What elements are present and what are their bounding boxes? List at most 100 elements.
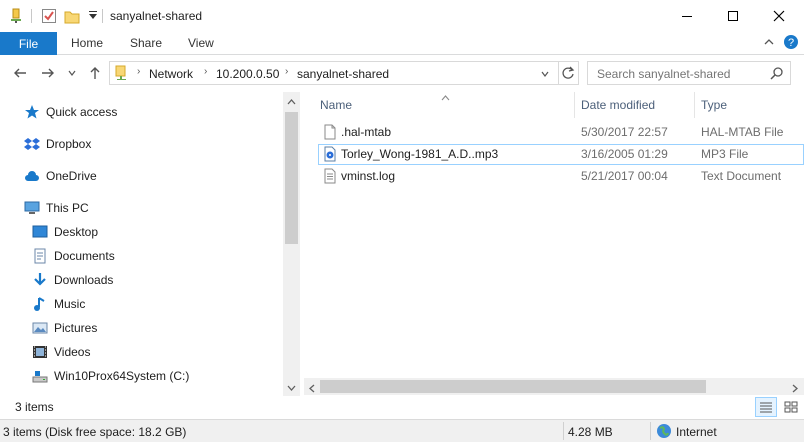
breadcrumb-network[interactable]: Network — [149, 67, 193, 81]
cloud-icon — [24, 168, 40, 184]
minimize-button[interactable] — [664, 0, 710, 32]
file-row-selected[interactable]: Torley_Wong-1981_A.D..mp3 3/16/2005 01:2… — [318, 144, 804, 165]
star-icon — [24, 104, 40, 120]
svg-text:?: ? — [788, 37, 794, 49]
nav-item-pictures[interactable]: Pictures — [32, 318, 97, 338]
new-folder-icon[interactable] — [64, 8, 80, 24]
breadcrumb-separator[interactable]: › — [285, 66, 288, 77]
breadcrumb-separator[interactable]: › — [204, 66, 207, 77]
column-header-date[interactable]: Date modified — [581, 98, 655, 112]
column-divider[interactable] — [574, 92, 575, 118]
ribbon: File Home Share View ? — [0, 32, 804, 55]
breadcrumb-host[interactable]: 10.200.0.50 — [216, 67, 279, 81]
pictures-icon — [32, 320, 48, 336]
file-name: vminst.log — [341, 169, 396, 183]
status-bar: 3 items — [0, 397, 804, 418]
back-button[interactable] — [12, 65, 28, 81]
refresh-icon[interactable] — [561, 66, 575, 83]
nav-item-videos[interactable]: Videos — [32, 342, 90, 362]
tab-view[interactable]: View — [188, 36, 214, 50]
large-icons-view-icon — [784, 401, 798, 413]
file-type: HAL-MTAB File — [701, 125, 784, 139]
customize-qa-chevron-icon[interactable] — [85, 8, 101, 24]
nav-item-dropbox[interactable]: Dropbox — [24, 134, 91, 154]
scroll-down-icon[interactable] — [287, 381, 296, 395]
maximize-icon — [728, 11, 738, 21]
nav-item-quick-access[interactable]: Quick access — [24, 102, 117, 122]
status-divider — [650, 422, 651, 440]
breadcrumb-separator[interactable]: › — [137, 66, 140, 77]
file-list: Name Date modified Type .hal-mtab 5/30/2… — [304, 92, 804, 396]
file-date: 5/21/2017 00:04 — [581, 169, 668, 183]
network-folder-icon — [114, 65, 130, 84]
status-divider — [563, 422, 564, 440]
large-icons-view-button[interactable] — [780, 397, 802, 417]
audio-file-icon — [322, 146, 338, 165]
file-name: Torley_Wong-1981_A.D..mp3 — [341, 147, 499, 161]
disk-free-space: 3 items (Disk free space: 18.2 GB) — [3, 425, 187, 439]
column-header-name[interactable]: Name — [320, 98, 352, 112]
file-row[interactable]: vminst.log 5/21/2017 00:04 Text Document — [318, 166, 804, 187]
close-icon — [773, 10, 785, 22]
selection-size: 4.28 MB — [568, 425, 613, 439]
sort-ascending-icon — [441, 90, 450, 104]
checklist-icon[interactable] — [41, 8, 57, 24]
desktop-icon — [32, 224, 48, 240]
details-view-button[interactable] — [755, 397, 777, 417]
drive-icon — [32, 368, 48, 384]
navigation-pane-scrollbar[interactable] — [283, 92, 300, 396]
tab-file[interactable]: File — [0, 32, 57, 55]
details-view-icon — [760, 402, 772, 413]
help-icon[interactable]: ? — [783, 34, 799, 53]
nav-item-documents[interactable]: Documents — [32, 246, 115, 266]
qa-separator — [102, 9, 103, 23]
maximize-button[interactable] — [710, 0, 756, 32]
column-header-type[interactable]: Type — [701, 98, 727, 112]
navigation-pane: Quick access Dropbox OneDrive This PC De… — [0, 92, 300, 396]
scrollbar-thumb[interactable] — [285, 112, 298, 244]
nav-item-onedrive[interactable]: OneDrive — [24, 166, 97, 186]
scroll-right-icon[interactable] — [790, 382, 799, 396]
text-file-icon — [322, 168, 338, 187]
music-icon — [32, 296, 48, 312]
expand-ribbon-icon[interactable] — [763, 36, 775, 51]
breadcrumb-share[interactable]: sanyalnet-shared — [297, 67, 389, 81]
computer-icon — [24, 200, 40, 216]
file-type: Text Document — [701, 169, 782, 183]
file-icon — [322, 124, 338, 143]
minimize-icon — [682, 16, 692, 17]
nav-item-system-drive[interactable]: Win10Prox64System (C:) — [32, 366, 189, 386]
details-status-bar: 3 items (Disk free space: 18.2 GB) 4.28 … — [0, 419, 804, 442]
scroll-up-icon[interactable] — [287, 96, 296, 110]
file-date: 3/16/2005 01:29 — [581, 147, 668, 161]
file-date: 5/30/2017 22:57 — [581, 125, 668, 139]
up-button[interactable] — [87, 65, 103, 81]
nav-item-desktop[interactable]: Desktop — [32, 222, 98, 242]
search-input[interactable] — [597, 66, 767, 81]
nav-item-downloads[interactable]: Downloads — [32, 270, 113, 290]
window-title: sanyalnet-shared — [110, 9, 203, 23]
file-name: .hal-mtab — [341, 125, 392, 139]
address-bar[interactable]: › Network › 10.200.0.50 › sanyalnet-shar… — [109, 61, 579, 85]
recent-locations-button[interactable] — [64, 65, 80, 81]
nav-item-music[interactable]: Music — [32, 294, 85, 314]
tab-home[interactable]: Home — [71, 36, 103, 50]
file-list-horizontal-scrollbar[interactable] — [304, 378, 804, 395]
qa-separator — [31, 9, 32, 23]
scrollbar-thumb[interactable] — [320, 380, 706, 393]
tab-share[interactable]: Share — [130, 36, 162, 50]
close-button[interactable] — [756, 0, 802, 32]
title-bar: sanyalnet-shared — [0, 0, 804, 32]
properties-icon[interactable] — [8, 8, 24, 24]
dropbox-icon — [24, 136, 40, 152]
security-zone: Internet — [676, 425, 717, 439]
address-history-chevron-icon[interactable] — [540, 68, 550, 82]
column-divider[interactable] — [694, 92, 695, 118]
search-icon[interactable] — [770, 67, 783, 83]
item-count: 3 items — [15, 400, 54, 414]
scroll-left-icon[interactable] — [308, 382, 317, 396]
nav-item-this-pc[interactable]: This PC — [24, 198, 89, 218]
file-row[interactable]: .hal-mtab 5/30/2017 22:57 HAL-MTAB File — [318, 122, 804, 143]
forward-button[interactable] — [40, 65, 56, 81]
search-box[interactable] — [587, 61, 791, 85]
